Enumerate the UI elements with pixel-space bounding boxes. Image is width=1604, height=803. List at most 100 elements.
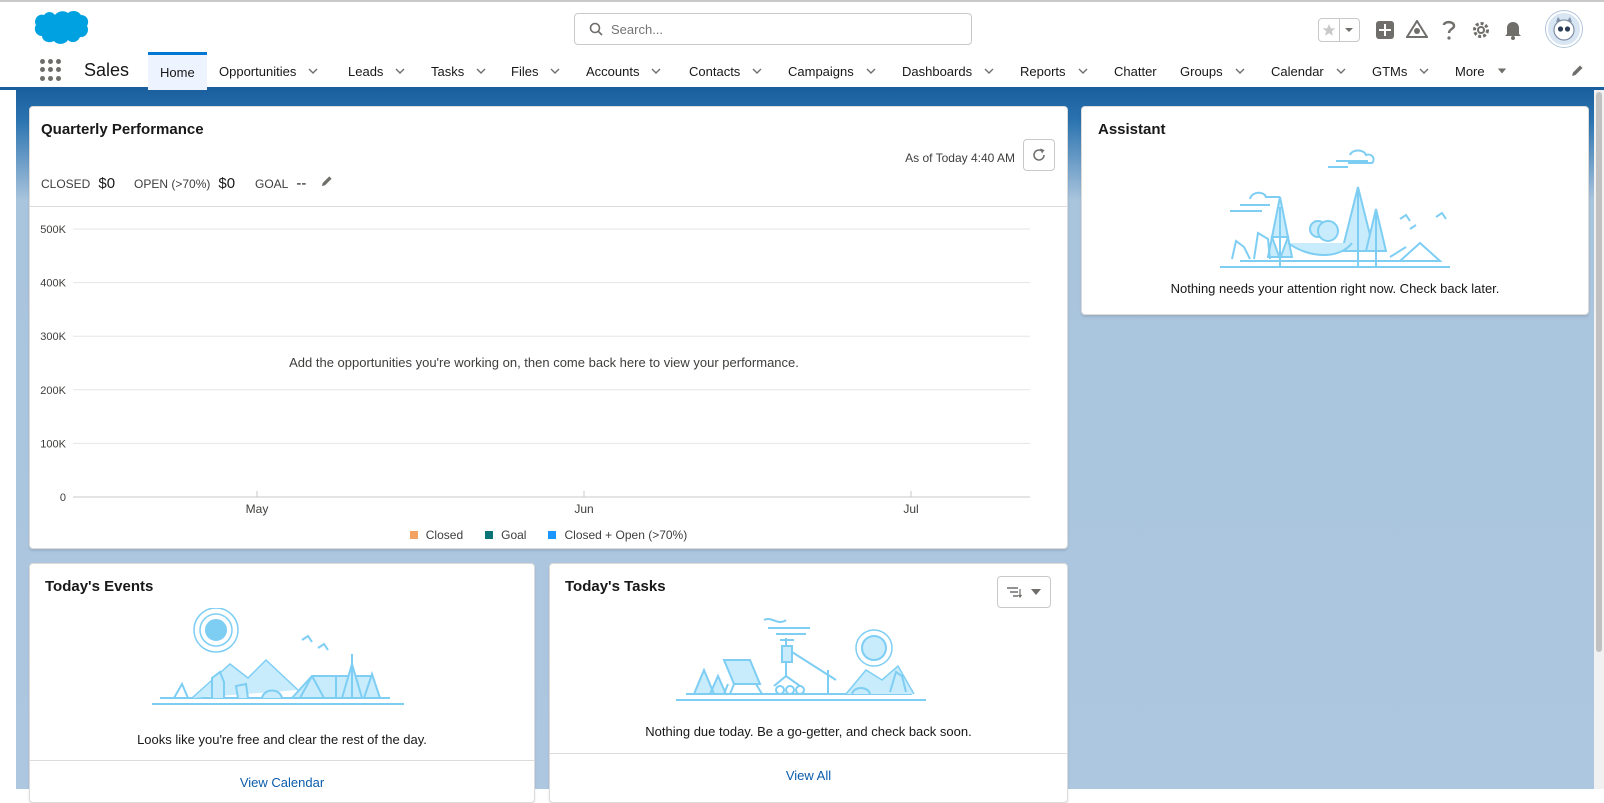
notifications-button[interactable]: [1499, 16, 1527, 44]
user-avatar[interactable]: [1546, 11, 1582, 47]
edit-goal-button[interactable]: [320, 175, 333, 191]
chart-empty-message: Add the opportunities you're working on,…: [289, 355, 799, 370]
chevron-down-icon[interactable]: [476, 66, 486, 76]
nav-item-home[interactable]: Home: [148, 52, 207, 90]
chevron-down-icon[interactable]: [308, 66, 318, 76]
nav-item-label: Campaigns: [788, 63, 854, 79]
nav-item-label: Contacts: [689, 63, 741, 79]
help-button[interactable]: [1435, 16, 1463, 44]
nav-item-label: Files: [511, 63, 539, 79]
nav-item-gtms[interactable]: GTMs: [1372, 52, 1429, 90]
nav-item-label: Tasks: [431, 63, 465, 79]
todays-tasks-card: Today's Tasks Nothing due today. Be a go…: [549, 563, 1068, 803]
search-placeholder: Search...: [611, 21, 664, 37]
hammock-illustration: [1220, 149, 1450, 268]
nav-item-label: Groups: [1180, 63, 1223, 79]
todays-events-card: Today's Events Looks like you're free an…: [29, 563, 535, 803]
global-search-input[interactable]: Search...: [574, 13, 972, 45]
legend-swatch: [548, 531, 557, 539]
camping-illustration: [152, 608, 404, 705]
nav-item-chatter[interactable]: Chatter: [1114, 52, 1157, 90]
events-card-footer: View Calendar: [30, 760, 534, 790]
chart-legend: Closed Goal Closed + Open (>70%): [30, 528, 1067, 542]
nav-item-label: Chatter: [1114, 63, 1157, 79]
chevron-down-icon[interactable]: [984, 66, 994, 76]
legend-item: Goal: [485, 528, 526, 542]
pencil-icon: [322, 176, 332, 187]
edit-nav-button[interactable]: [1570, 64, 1584, 81]
nav-item-label: Leads: [348, 63, 384, 79]
chevron-down-icon[interactable]: [1235, 66, 1245, 76]
page-scrollbar[interactable]: [1594, 90, 1604, 789]
view-calendar-link[interactable]: View Calendar: [240, 775, 324, 790]
nav-item-accounts[interactable]: Accounts: [586, 52, 661, 90]
scrollbar-thumb[interactable]: [1596, 92, 1602, 652]
chevron-down-icon: [1345, 28, 1354, 32]
view-all-tasks-link[interactable]: View All: [786, 768, 831, 783]
nav-item-tasks[interactable]: Tasks: [431, 52, 486, 90]
star-icon: [1322, 24, 1336, 36]
chevron-down-icon[interactable]: [651, 66, 661, 76]
tasks-empty-message: Nothing due today. Be a go-getter, and c…: [645, 724, 972, 739]
nav-item-label: GTMs: [1372, 63, 1408, 79]
open-label: OPEN (>70%): [134, 177, 211, 191]
refresh-button[interactable]: [1023, 139, 1055, 171]
nav-item-more[interactable]: More: [1455, 52, 1507, 90]
caret-down-icon[interactable]: [1497, 66, 1507, 76]
nav-item-label: Dashboards: [902, 63, 973, 79]
nav-item-groups[interactable]: Groups: [1180, 52, 1245, 90]
refresh-icon: [1033, 148, 1045, 161]
nav-item-opportunities[interactable]: Opportunities: [219, 52, 318, 90]
nav-item-calendar[interactable]: Calendar: [1271, 52, 1346, 90]
help-icon: [1442, 20, 1456, 40]
y-axis-tick-label: 500K: [40, 224, 66, 236]
app-name: Sales: [84, 60, 130, 80]
nav-item-leads[interactable]: Leads: [348, 52, 405, 90]
task-filter-button[interactable]: [997, 576, 1051, 608]
favorites-dropdown-button[interactable]: [1338, 19, 1360, 41]
nav-item-campaigns[interactable]: Campaigns: [788, 52, 876, 90]
assistant-card: Assistant Nothing needs your attention r…: [1081, 106, 1589, 315]
legend-item: Closed + Open (>70%): [548, 528, 687, 542]
chevron-down-icon[interactable]: [1078, 66, 1088, 76]
open-metric: OPEN (>70%) $0: [134, 175, 235, 192]
y-axis-tick-label: 200K: [40, 385, 66, 397]
chevron-down-icon[interactable]: [1419, 66, 1429, 76]
app-navigation-bar: Sales Home Opportunities Leads Tasks Fil…: [0, 52, 1604, 90]
nav-item-dashboards[interactable]: Dashboards: [902, 52, 994, 90]
y-axis-tick-label: 400K: [40, 278, 66, 290]
chevron-down-icon[interactable]: [395, 66, 405, 76]
campsite-illustration: [676, 618, 926, 701]
trailhead-button[interactable]: [1403, 16, 1431, 44]
as-of-timestamp: As of Today 4:40 AM: [905, 151, 1015, 165]
legend-label: Closed + Open (>70%): [564, 528, 688, 542]
chevron-down-icon[interactable]: [550, 66, 560, 76]
setup-button[interactable]: [1467, 16, 1495, 44]
gear-icon: [1473, 22, 1489, 38]
legend-item: Closed: [409, 528, 464, 542]
open-value: $0: [218, 175, 236, 192]
nav-item-label: Home: [160, 65, 195, 80]
closed-metric: CLOSED $0: [41, 175, 115, 192]
legend-swatch: [409, 531, 418, 539]
y-axis-tick-label: 300K: [40, 331, 66, 343]
page-gutter: [0, 90, 16, 789]
salesforce-logo[interactable]: [30, 9, 90, 51]
goal-label: GOAL: [255, 177, 289, 191]
nav-item-reports[interactable]: Reports: [1020, 52, 1088, 90]
global-header: Search...: [0, 0, 1604, 52]
chevron-down-icon[interactable]: [752, 66, 762, 76]
favorites-star-button[interactable]: [1319, 19, 1339, 41]
app-launcher-button[interactable]: [40, 59, 62, 81]
x-axis-tick-label: Jun: [574, 502, 593, 516]
chevron-down-icon[interactable]: [866, 66, 876, 76]
trailhead-icon: [1406, 20, 1428, 38]
card-divider: [30, 206, 1067, 207]
legend-label: Closed: [425, 528, 464, 542]
tasks-card-footer: View All: [550, 753, 1067, 783]
global-actions-button[interactable]: [1371, 16, 1399, 44]
card-title: Assistant: [1098, 121, 1166, 138]
chevron-down-icon[interactable]: [1336, 66, 1346, 76]
nav-item-files[interactable]: Files: [511, 52, 560, 90]
nav-item-contacts[interactable]: Contacts: [689, 52, 762, 90]
